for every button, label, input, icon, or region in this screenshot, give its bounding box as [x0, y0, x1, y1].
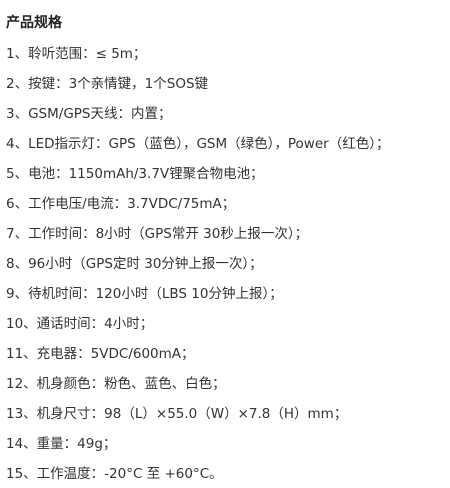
spec-item-3: 3、GSM/GPS天线：内置；	[6, 106, 172, 122]
spec-item-15: 15、工作温度：-20°C 至 +60°C。	[6, 466, 223, 482]
spec-item-1: 1、聆听范围：≤ 5m；	[6, 46, 147, 62]
spec-item-9: 9、待机时间：120小时（LBS 10分钟上报）；	[6, 286, 283, 302]
spec-item-6: 6、工作电压/电流：3.7VDC/75mA；	[6, 196, 236, 212]
spec-item-14: 14、重量：49g；	[6, 436, 117, 452]
spec-list: 1、聆听范围：≤ 5m； 2、按键：3个亲情键，1个SOS键 3、GSM/GPS…	[6, 44, 450, 484]
spec-item-12: 12、机身颜色：粉色、蓝色、白色；	[6, 376, 226, 392]
spec-item-4: 4、LED指示灯：GPS（蓝色），GSM（绿色），Power（红色）；	[6, 136, 390, 152]
spec-item-5: 5、电池：1150mAh/3.7V锂聚合物电池；	[6, 166, 264, 182]
section-title: 产品规格	[6, 15, 62, 31]
product-spec-section: 产品规格 1、聆听范围：≤ 5m； 2、按键：3个亲情键，1个SOS键 3、GS…	[0, 0, 450, 488]
spec-item-11: 11、充电器：5VDC/600mA；	[6, 346, 195, 362]
spec-item-10: 10、通话时间：4小时；	[6, 316, 154, 332]
spec-item-2: 2、按键：3个亲情键，1个SOS键	[6, 76, 209, 92]
spec-item-13: 13、机身尺寸：98（L）×55.0（W）×7.8（H）mm；	[6, 406, 348, 422]
spec-item-8: 8、96小时（GPS定时 30分钟上报一次）；	[6, 256, 263, 272]
spec-item-7: 7、工作时间：8小时（GPS常开 30秒上报一次）；	[6, 226, 309, 242]
